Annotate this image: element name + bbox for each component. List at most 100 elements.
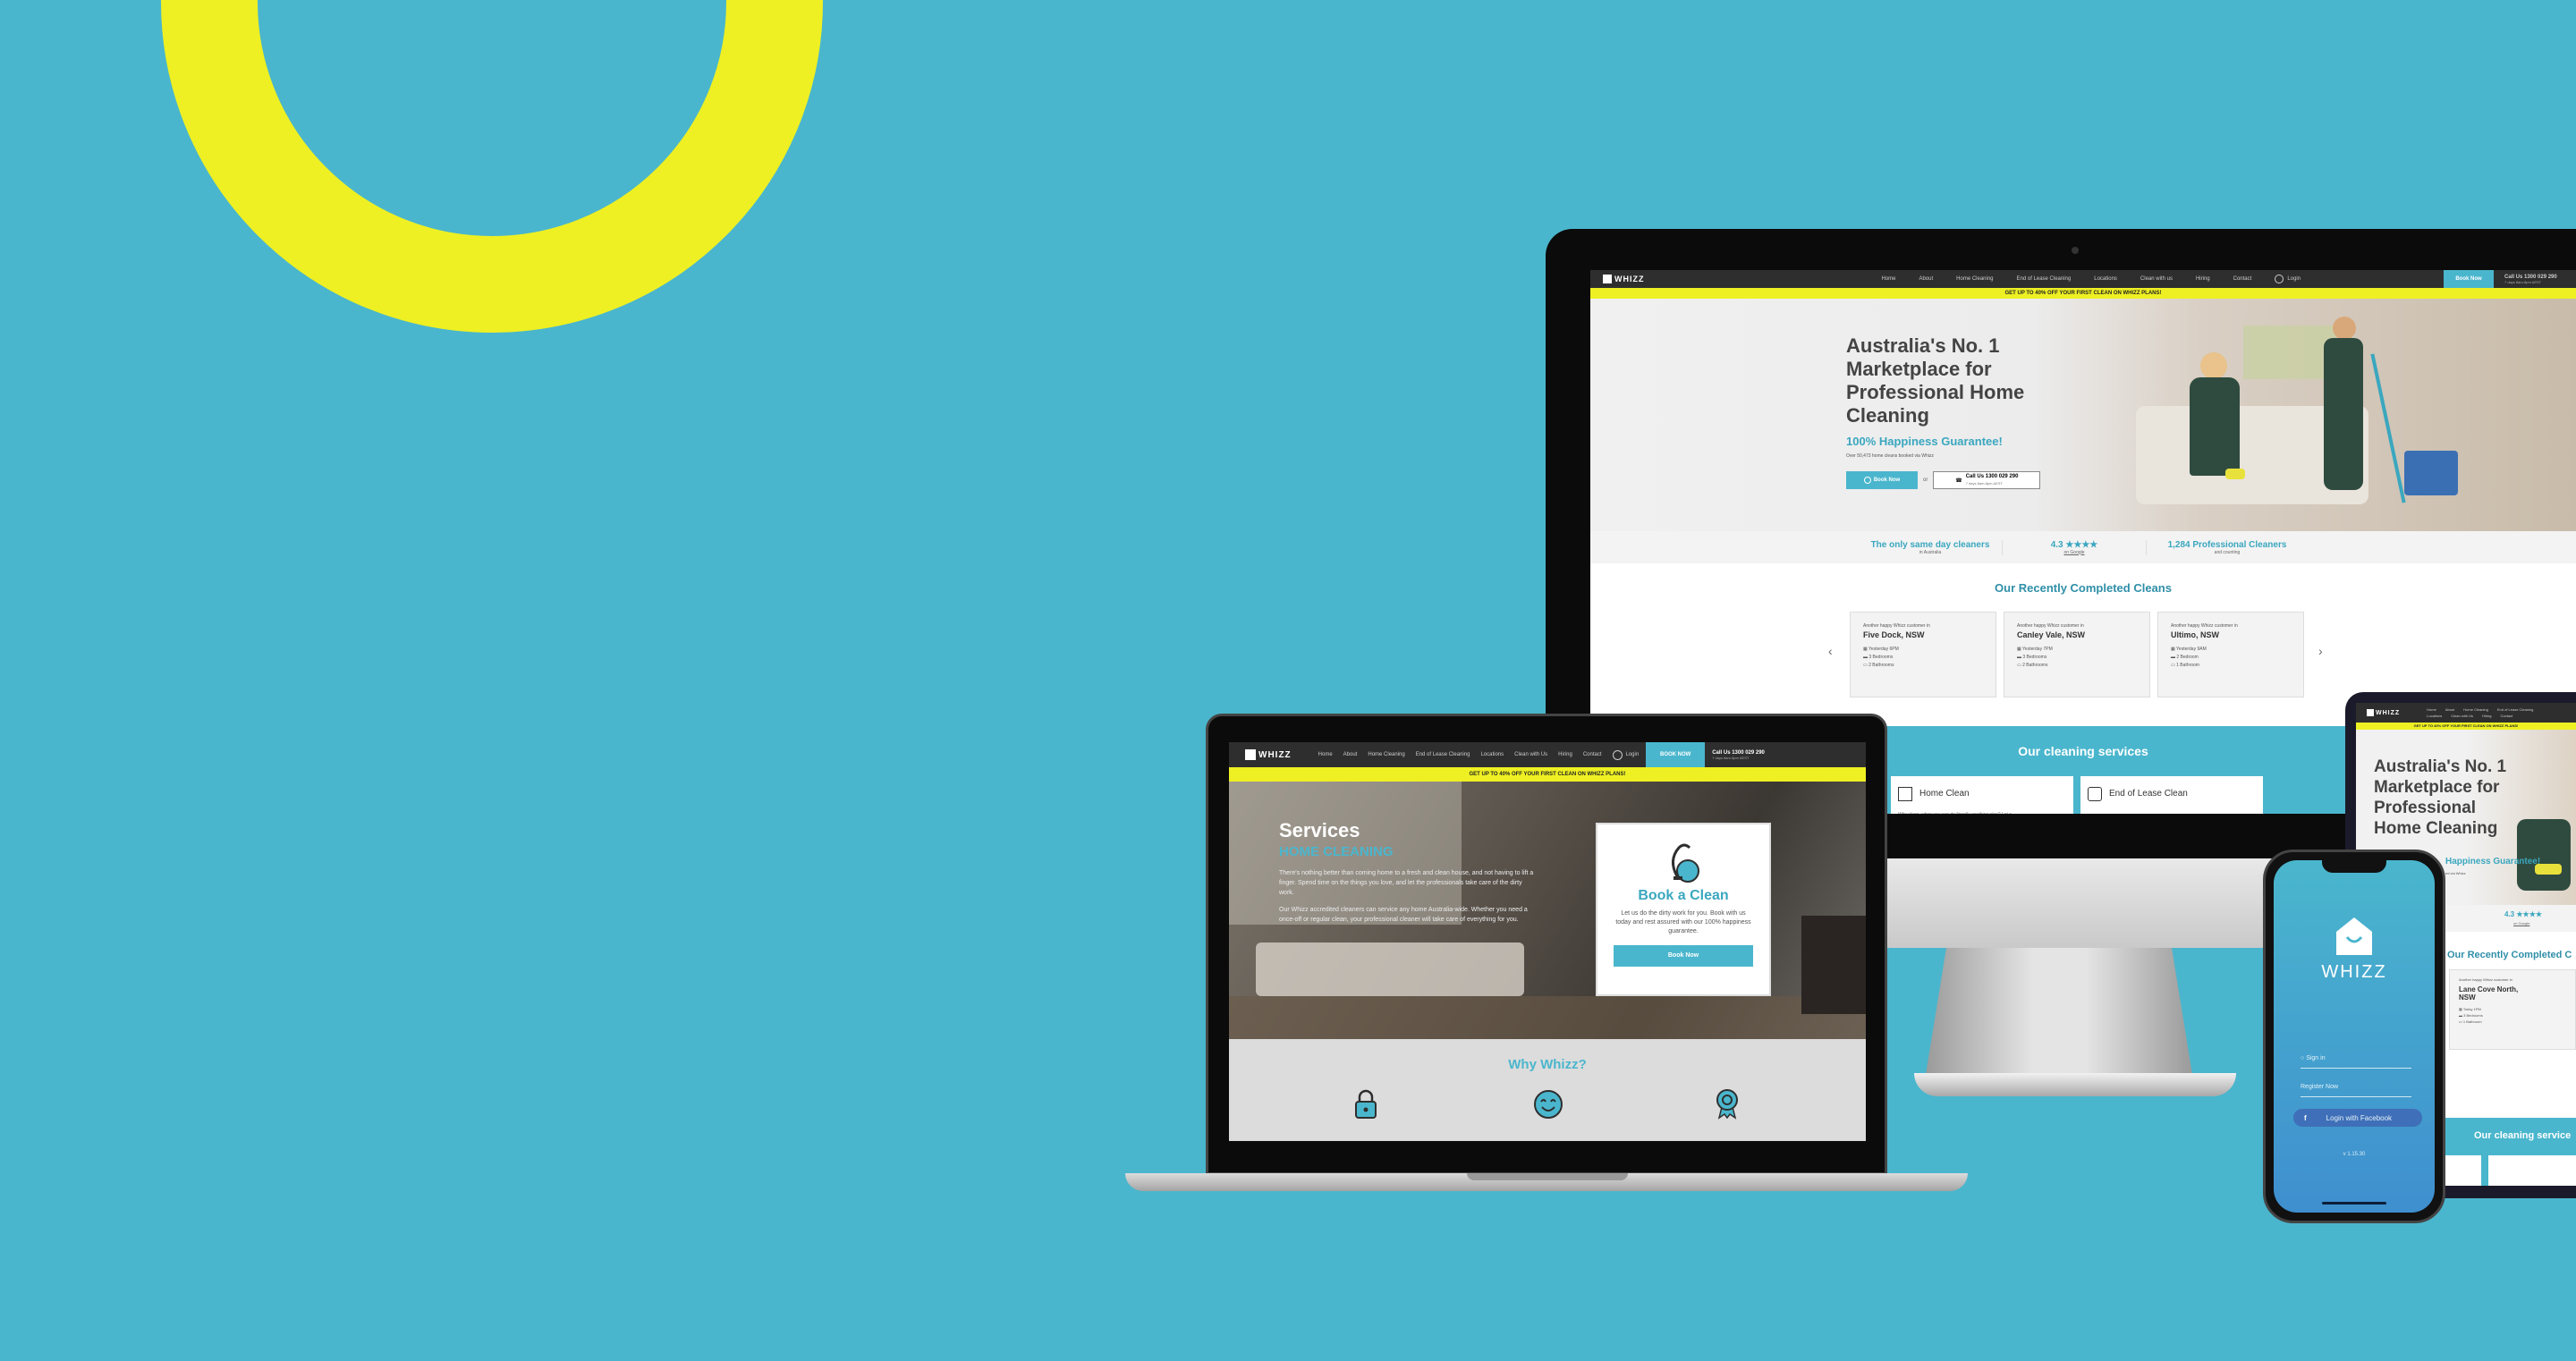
- nav-about[interactable]: About: [1343, 752, 1358, 757]
- tablet-logo[interactable]: WHIZZ: [2367, 709, 2400, 716]
- nav-end-of-lease[interactable]: End of Lease Cleaning: [1416, 752, 1470, 757]
- stat-sub: and counting: [2214, 549, 2241, 555]
- phone-logo-text: WHIZZ: [2321, 962, 2387, 982]
- nav-login[interactable]: Login: [2287, 276, 2301, 282]
- logo-text: WHIZZ: [1614, 275, 1645, 283]
- facebook-login-button[interactable]: f Login with Facebook: [2293, 1109, 2422, 1127]
- services-paragraph-2: Our Whizz accredited cleaners can servic…: [1279, 907, 1528, 923]
- nav-home-cleaning[interactable]: Home Cleaning: [1368, 752, 1404, 757]
- nav-book-now-button[interactable]: Book Now: [2444, 270, 2494, 288]
- nav-end-of-lease[interactable]: End of Lease Cleaning: [2017, 276, 2072, 282]
- why-title: Why Whizz?: [1508, 1057, 1587, 1072]
- hero-photo-cleaners: [2011, 299, 2576, 531]
- promo-banner: GET UP TO 40% OFF YOUR FIRST CLEAN ON WH…: [1590, 288, 2576, 299]
- nav-call-hours: 7 days 8am-8pm AEST: [1712, 755, 1750, 760]
- tablet-recent-title: Our Recently Completed C: [2447, 950, 2572, 960]
- nav-clean-with-us[interactable]: Clean with Us: [2451, 713, 2473, 719]
- lock-icon: [1355, 1089, 1377, 1119]
- logo-text: WHIZZ: [2376, 709, 2401, 716]
- clean-intro: Another happy Whizz customer in: [2459, 977, 2512, 982]
- nav-about[interactable]: About: [1919, 276, 1933, 282]
- nav-call[interactable]: Call Us 1300 029 290 7 days 8am-8pm AEST: [2494, 275, 2576, 284]
- carousel-prev-arrow[interactable]: ‹: [1828, 644, 1833, 658]
- register-link[interactable]: Register Now: [2301, 1084, 2411, 1097]
- clean-baths: ▭ 1 Bathroom: [2171, 663, 2199, 668]
- nav-hiring[interactable]: Hiring: [1558, 752, 1572, 757]
- hero-content: Australia's No. 1 Marketplace for Profes…: [1846, 334, 2043, 489]
- clean-baths: ▭ 2 Bathrooms: [2017, 663, 2048, 668]
- desktop-logo[interactable]: WHIZZ: [1603, 275, 1645, 283]
- clean-place: Ultimo, NSW: [2171, 630, 2219, 639]
- hero-subtext: Over 50,473 home cleans booked via Whizz: [1846, 453, 1934, 459]
- laptop-notch: [1467, 1173, 1628, 1180]
- promo-banner: GET UP TO 40% OFF YOUR FIRST CLEAN ON WH…: [1229, 767, 1866, 782]
- clean-baths: ▭ 2 Bathrooms: [1863, 663, 1894, 668]
- laptop-site: WHIZZ Home About Home Cleaning End of Le…: [1229, 742, 1866, 1141]
- lease-clean-icon: [2088, 787, 2102, 801]
- stat-sub: in Australia: [1919, 549, 1942, 555]
- nav-login[interactable]: Login: [1626, 752, 1640, 757]
- desktop-navbar: WHIZZ Home About Home Cleaning End of Le…: [1590, 270, 2576, 288]
- nav-locations[interactable]: Locations: [1480, 752, 1504, 757]
- hero-book-label: Book Now: [1873, 478, 1901, 483]
- stat-same-day: The only same day cleaners in Australia: [1859, 539, 2003, 555]
- nav-contact[interactable]: Contact: [1583, 752, 1602, 757]
- logo-text: WHIZZ: [1258, 749, 1292, 760]
- house-logo-icon: [2367, 709, 2374, 716]
- clean-beds: ▬ 3 Bedrooms: [1863, 655, 1894, 660]
- nav-hiring[interactable]: Hiring: [2196, 276, 2210, 282]
- tablet-hero-guarantee: Happiness Guarantee!: [2445, 857, 2541, 866]
- laptop-logo[interactable]: WHIZZ: [1245, 749, 1292, 760]
- nav-home[interactable]: Home: [2427, 706, 2436, 713]
- nav-about[interactable]: About: [2445, 706, 2454, 713]
- why-whizz-section: Why Whizz?: [1229, 1039, 1866, 1141]
- book-clean-card: Book a Clean Let us do the dirty work fo…: [1596, 823, 1771, 996]
- nav-end-of-lease[interactable]: End of Lease Cleaning: [2497, 706, 2533, 713]
- nav-book-now-button[interactable]: BOOK NOW: [1646, 742, 1706, 767]
- services-title: Services: [1279, 819, 1360, 841]
- services-content: Services HOME CLEANING There's nothing b…: [1279, 819, 1538, 925]
- nav-call[interactable]: Call Us 1300 029 290 7 days 8am-8pm AEST: [1705, 750, 1789, 760]
- carousel-next-arrow[interactable]: ›: [2318, 644, 2323, 658]
- desktop-hero: Australia's No. 1 Marketplace for Profes…: [1590, 299, 2576, 531]
- service-name: Home Clean: [1919, 789, 1970, 799]
- nav-locations[interactable]: Locations: [2094, 276, 2117, 282]
- stat-rating: 4.3 ★★★★: [2504, 910, 2543, 918]
- imac-base: [1914, 1073, 2236, 1096]
- facebook-label: Login with Facebook: [2326, 1113, 2393, 1122]
- nav-home[interactable]: Home: [1318, 752, 1333, 757]
- home-clean-icon: [1898, 787, 1912, 801]
- stat-sub[interactable]: on Google: [2513, 921, 2529, 926]
- book-card-button[interactable]: Book Now: [1614, 945, 1753, 967]
- nav-home-cleaning[interactable]: Home Cleaning: [1956, 276, 1993, 282]
- vacuum-icon: [1672, 843, 1699, 883]
- hero-book-now-button[interactable]: Book Now: [1846, 471, 1918, 489]
- nav-contact[interactable]: Contact: [2233, 276, 2252, 282]
- nav-clean-with-us[interactable]: Clean with us: [2140, 276, 2173, 282]
- decorative-ring: [161, 0, 823, 333]
- award-icon: [1716, 1089, 1738, 1120]
- nav-home[interactable]: Home: [1881, 276, 1895, 282]
- stat-sub[interactable]: on Google: [2003, 550, 2146, 555]
- hero-call-button[interactable]: ☎ Call Us 1300 029 290 7 days 8am-8pm AE…: [1933, 471, 2041, 489]
- nav-home-cleaning[interactable]: Home Cleaning: [2463, 706, 2488, 713]
- tablet-hero-subtext: ed via Whizz: [2445, 871, 2466, 875]
- phone-notch: [2322, 860, 2386, 873]
- clean-time: ▦ Yesterday 6PM: [1863, 647, 1899, 652]
- nav-contact[interactable]: Contact: [2500, 713, 2512, 719]
- nav-clean-with-us[interactable]: Clean with Us: [1514, 752, 1547, 757]
- clean-beds: ▬ 2 Bedroom: [2171, 655, 2199, 660]
- imac-stand: [1925, 948, 2193, 1080]
- sign-in-field[interactable]: ○ Sign in: [2301, 1055, 2411, 1069]
- stat-title: 4.3 ★★★★: [2050, 539, 2098, 550]
- clean-beds: ▬ 3 Bedrooms: [2017, 655, 2047, 660]
- clean-place: Five Dock, NSW: [1863, 630, 1925, 639]
- sign-in-placeholder: Sign in: [2306, 1055, 2326, 1061]
- house-logo-icon: [1245, 749, 1256, 760]
- nav-call-hours: 7 days 8am-8pm AEST: [2504, 279, 2542, 284]
- nav-hiring[interactable]: Hiring: [2482, 713, 2491, 719]
- clean-time: ▦ Yesterday 7PM: [2017, 647, 2053, 652]
- clean-card: Another happy Whizz customer in Five Doc…: [1850, 612, 1996, 697]
- nav-locations[interactable]: Locations: [2427, 713, 2442, 719]
- stat-title: The only same day cleaners: [1870, 539, 1990, 550]
